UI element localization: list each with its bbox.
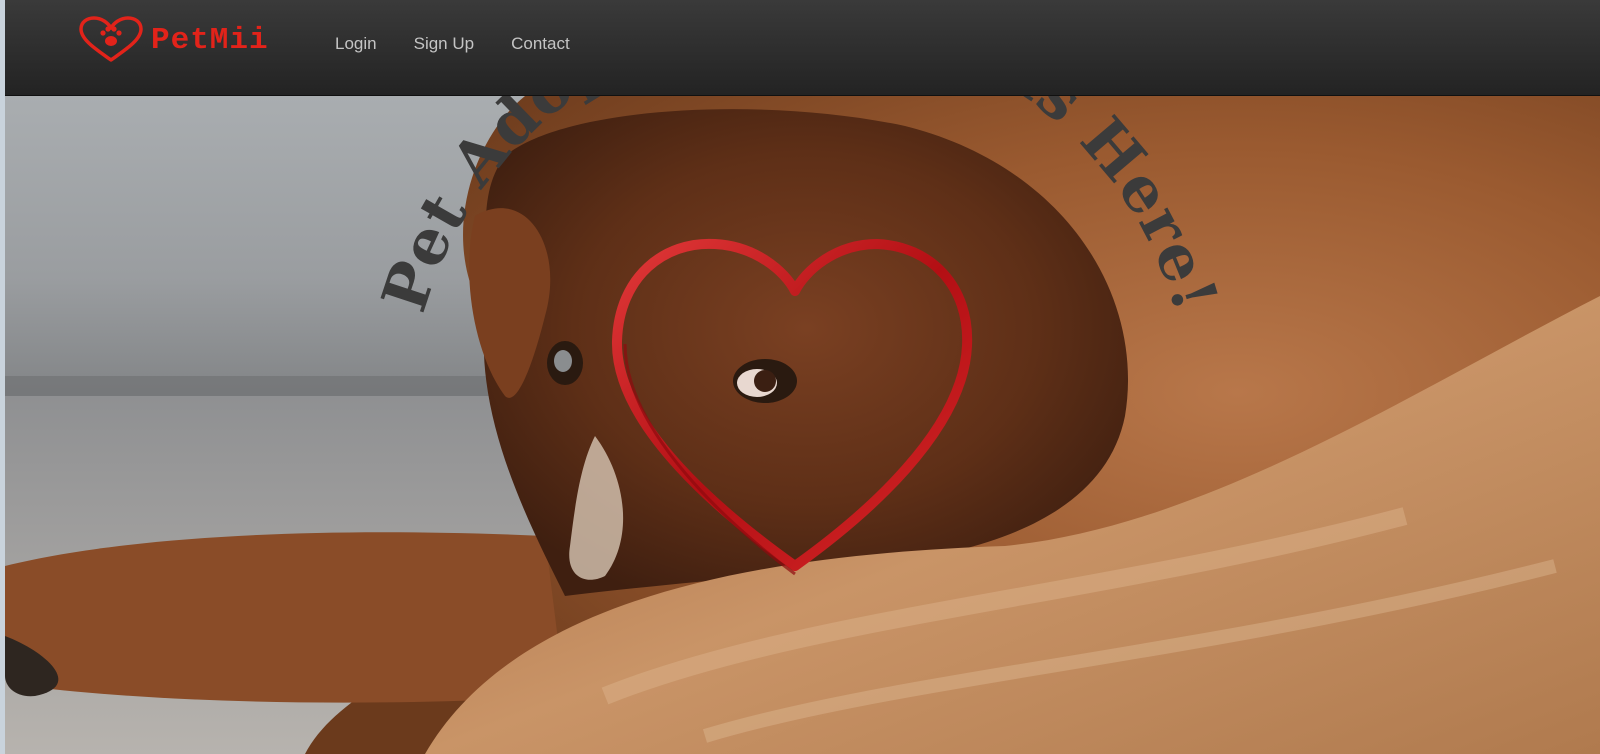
brand-logo-link[interactable]: PetMii [77,16,269,64]
hero-banner: Pet Adoption Happens Here! [5,96,1600,754]
hero-image: Pet Adoption Happens Here! [5,96,1600,754]
nav-signup-link[interactable]: Sign Up [414,34,474,54]
navbar: PetMii Login Sign Up Contact [5,0,1600,96]
nav-login-link[interactable]: Login [335,34,377,54]
main-nav: Login Sign Up Contact [335,34,607,54]
page: PetMii Login Sign Up Contact Pet Ad s He… [5,0,1600,754]
brand-name: PetMii [151,22,269,58]
heart-paw-icon [79,16,143,62]
nav-contact-link[interactable]: Contact [511,34,570,54]
